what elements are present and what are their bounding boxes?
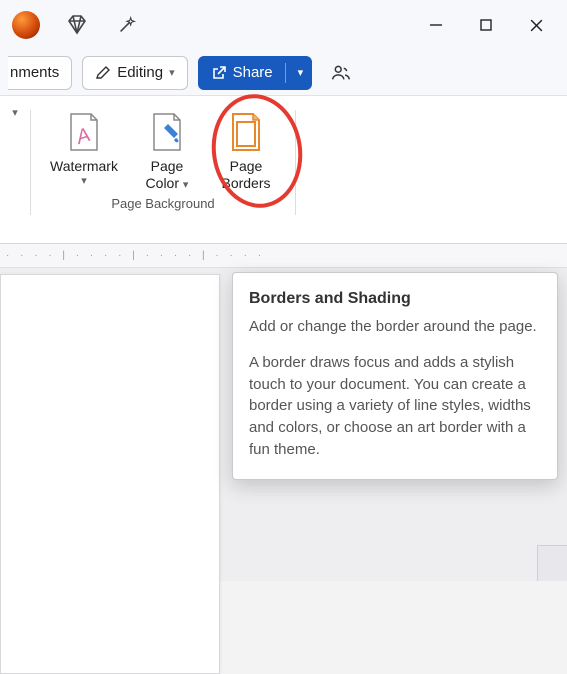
- page-borders-label-1: Page: [230, 158, 263, 175]
- ribbon: ▾ A Watermark ▾: [0, 96, 567, 244]
- share-label: Share: [233, 64, 273, 81]
- editing-label: Editing: [117, 64, 163, 81]
- window-titlebar: [0, 0, 567, 50]
- editing-mode-dropdown[interactable]: Editing ▾: [82, 56, 187, 90]
- page-color-button[interactable]: Page Color ▾: [131, 104, 203, 194]
- premium-diamond-icon[interactable]: [54, 2, 100, 48]
- chevron-down-icon: ▾: [298, 66, 304, 79]
- window-minimize-button[interactable]: [413, 2, 459, 48]
- watermark-label: Watermark: [50, 158, 118, 175]
- document-page[interactable]: [0, 274, 220, 674]
- tooltip-paragraph-2: A border draws focus and adds a stylish …: [249, 352, 541, 461]
- collaboration-people-icon[interactable]: [322, 50, 360, 96]
- chevron-down-icon: ▾: [183, 179, 189, 191]
- page-borders-icon: [226, 110, 266, 154]
- pencil-icon: [95, 65, 111, 81]
- watermark-button[interactable]: A Watermark ▾: [41, 104, 127, 194]
- thumbnail-preview: [537, 545, 567, 581]
- page-borders-button[interactable]: Page Borders: [207, 104, 285, 194]
- page-background-group: A Watermark ▾ Pag: [31, 96, 295, 243]
- ruler-ticks: · · · · | · · · · | · · · · | · · · ·: [6, 250, 265, 261]
- comments-label: nments: [10, 64, 59, 81]
- horizontal-ruler[interactable]: · · · · | · · · · | · · · · | · · · ·: [0, 244, 567, 268]
- window-maximize-button[interactable]: [463, 2, 509, 48]
- share-icon: [211, 65, 227, 81]
- magic-wand-icon[interactable]: [104, 2, 150, 48]
- page-borders-label-2: Borders: [221, 175, 270, 192]
- comments-button[interactable]: nments: [8, 56, 72, 90]
- window-close-button[interactable]: [513, 2, 559, 48]
- top-toolbar: nments Editing ▾ Share ▾: [0, 50, 567, 96]
- tooltip-paragraph-1: Add or change the border around the page…: [249, 316, 541, 338]
- chevron-down-icon: ▾: [81, 175, 87, 188]
- autosave-orb-icon[interactable]: [12, 11, 40, 39]
- watermark-icon: A: [64, 110, 104, 154]
- tooltip-title: Borders and Shading: [249, 287, 541, 310]
- page-borders-tooltip: Borders and Shading Add or change the bo…: [232, 272, 558, 480]
- share-button[interactable]: Share ▾: [198, 56, 313, 90]
- page-color-icon: [147, 110, 187, 154]
- page-color-label-1: Page: [151, 158, 184, 175]
- page-color-label-2: Color: [146, 175, 179, 191]
- ribbon-split-chevron[interactable]: ▾: [0, 96, 30, 243]
- group-label: Page Background: [111, 196, 214, 211]
- chevron-down-icon: ▾: [169, 66, 175, 79]
